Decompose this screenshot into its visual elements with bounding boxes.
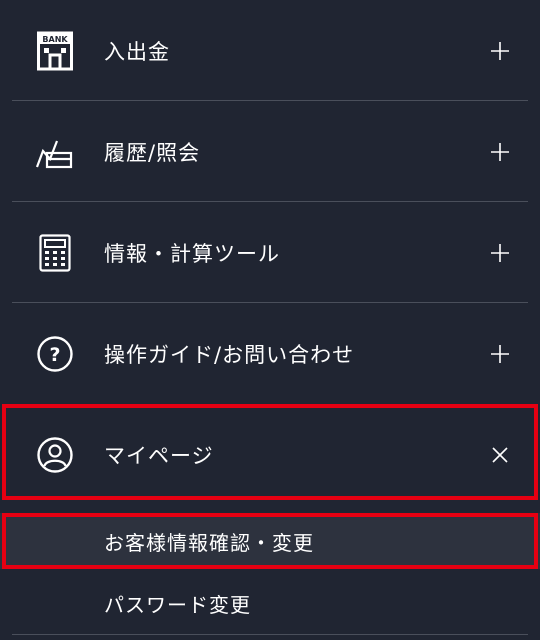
bank-icon-text: BANK bbox=[42, 35, 68, 44]
plus-icon[interactable] bbox=[488, 140, 512, 164]
menu-item-history[interactable]: 履歴/照会 bbox=[0, 101, 540, 202]
user-icon bbox=[33, 433, 77, 477]
submenu-item-password-change[interactable]: パスワード変更 bbox=[0, 574, 540, 632]
menu-item-label: 履歴/照会 bbox=[104, 140, 201, 165]
history-chart-icon bbox=[33, 130, 77, 174]
close-icon[interactable] bbox=[488, 443, 512, 467]
side-menu: BANK 入出金 履歴/照会 情報・計算ツール ? 操作ガイド/お問い合わせ マ… bbox=[0, 0, 540, 640]
menu-item-label: 入出金 bbox=[104, 39, 170, 64]
menu-item-deposit-withdrawal[interactable]: BANK 入出金 bbox=[0, 0, 540, 101]
question-icon: ? bbox=[33, 332, 77, 376]
plus-icon[interactable] bbox=[488, 39, 512, 63]
calculator-icon bbox=[33, 231, 77, 275]
submenu-item-customer-info[interactable]: お客様情報確認・変更 bbox=[0, 513, 540, 569]
menu-item-mypage[interactable]: マイページ bbox=[0, 404, 540, 505]
menu-item-label: 情報・計算ツール bbox=[104, 241, 280, 266]
plus-icon[interactable] bbox=[488, 241, 512, 265]
question-icon-text: ? bbox=[49, 344, 60, 366]
submenu-item-label: お客様情報確認・変更 bbox=[104, 530, 314, 555]
plus-icon[interactable] bbox=[488, 342, 512, 366]
menu-item-guide-contact[interactable]: ? 操作ガイド/お問い合わせ bbox=[0, 303, 540, 404]
divider bbox=[12, 634, 528, 635]
menu-item-info-calc-tools[interactable]: 情報・計算ツール bbox=[0, 202, 540, 303]
menu-item-label: マイページ bbox=[104, 443, 214, 468]
submenu-item-label: パスワード変更 bbox=[104, 592, 251, 617]
menu-item-label: 操作ガイド/お問い合わせ bbox=[104, 342, 355, 367]
bank-icon: BANK bbox=[33, 29, 77, 73]
